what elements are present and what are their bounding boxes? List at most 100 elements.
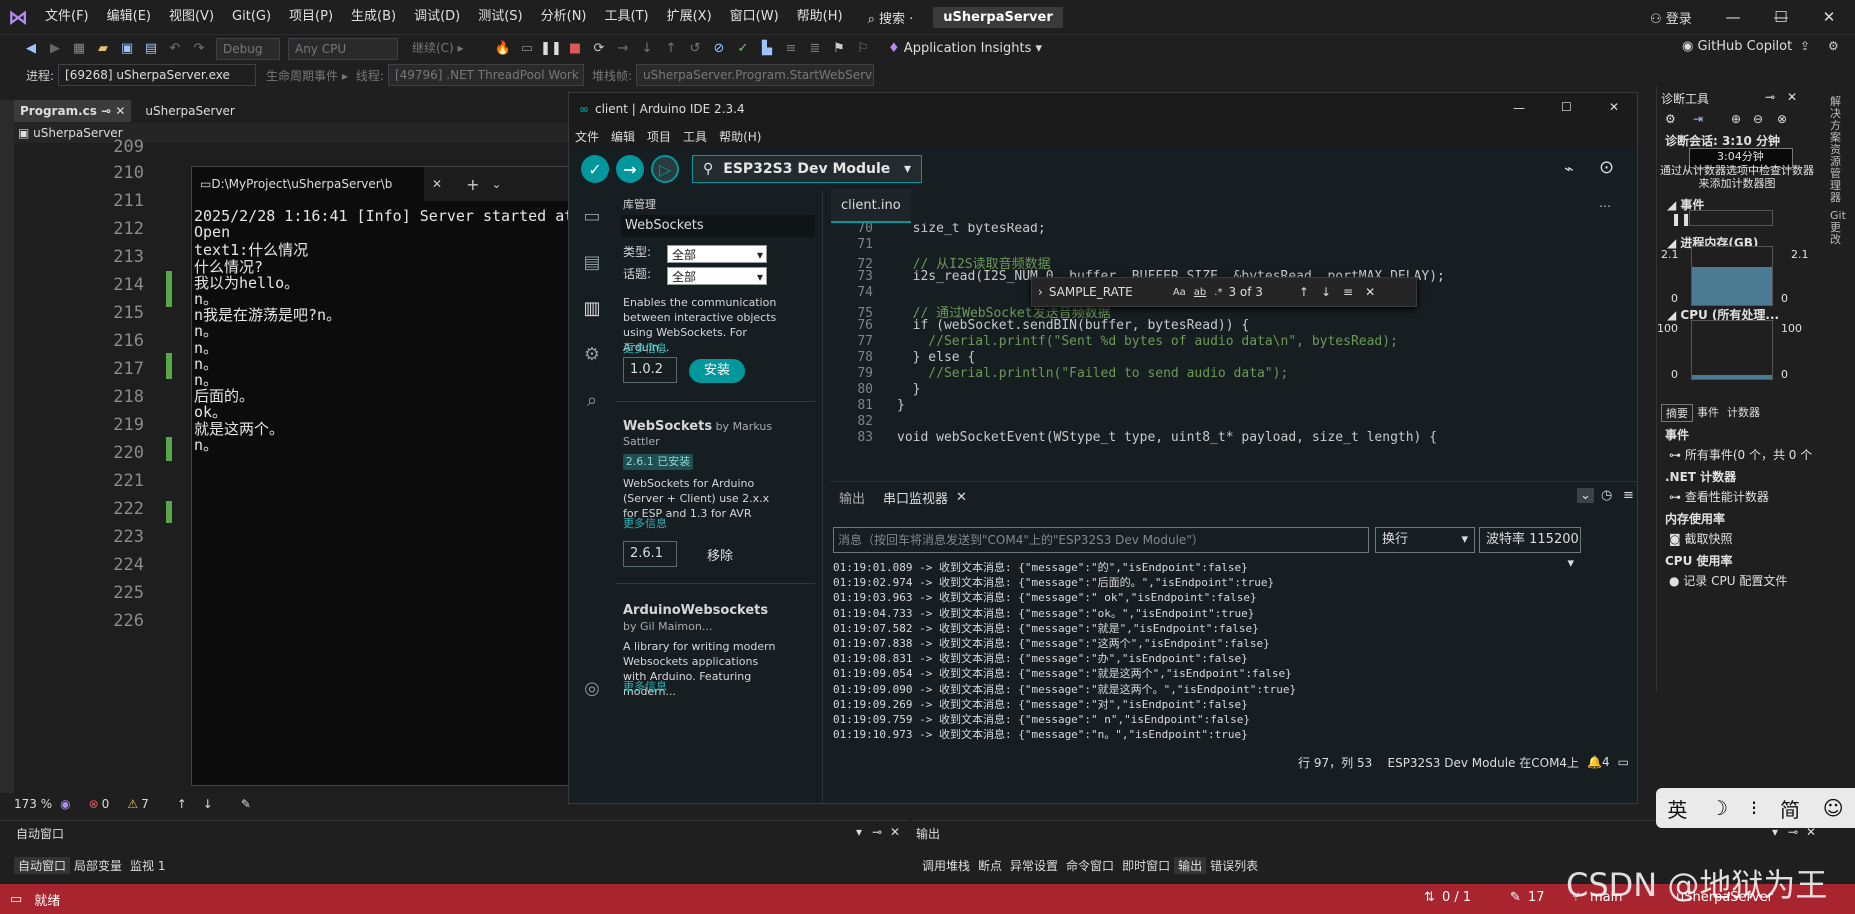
line-ending-dropdown[interactable]: 换行 ▾ xyxy=(1375,527,1475,553)
lifecycle-events[interactable]: 生命周期事件 ▸ xyxy=(266,67,348,84)
more-options-icon[interactable]: ⋯ xyxy=(1599,199,1611,213)
continue-button[interactable]: 继续(C) ▸ xyxy=(406,38,488,60)
serial-message-input[interactable]: 消息（按回车将消息发送到"COM4"上的"ESP32S3 Dev Module"… xyxy=(833,527,1369,553)
ard-menu-file[interactable]: 文件 xyxy=(575,128,599,145)
stop-icon[interactable]: ■ xyxy=(564,38,586,60)
spell-check-icon[interactable]: ✓ xyxy=(732,38,754,60)
tab-watch-1[interactable]: 监视 1 xyxy=(126,857,169,874)
ard-menu-help[interactable]: 帮助(H) xyxy=(719,128,761,145)
upload-icon[interactable]: → xyxy=(616,155,644,183)
forward-icon[interactable]: ▶ xyxy=(44,38,66,60)
menu-help[interactable]: 帮助(H) xyxy=(788,0,852,34)
ime-language-toggle[interactable]: 英 xyxy=(1667,794,1687,823)
collapse-icon[interactable]: ◢ xyxy=(1667,308,1680,322)
menu-window[interactable]: 窗口(W) xyxy=(721,0,788,34)
install-button[interactable]: 安装 xyxy=(689,359,745,383)
arrow-down-icon[interactable]: ↓ xyxy=(203,797,213,811)
all-events-label[interactable]: 所有事件(0 个，共 0 个 xyxy=(1685,448,1812,462)
version-dropdown[interactable]: 1.0.2 xyxy=(623,357,677,383)
account-icon[interactable]: ◎ xyxy=(579,675,605,701)
match-word-icon[interactable]: ab xyxy=(1194,287,1206,298)
copilot-button[interactable]: ◉ GitHub Copilot xyxy=(1682,39,1792,54)
timestamp-icon[interactable]: ◷ xyxy=(1601,488,1612,503)
close-icon[interactable]: ✕ xyxy=(890,825,900,839)
tab-error-list[interactable]: 错误列表 xyxy=(1206,857,1262,874)
export-icon[interactable]: ⇥ xyxy=(1693,112,1703,126)
format-icon[interactable]: ≡ xyxy=(780,38,802,60)
process-dropdown[interactable]: [69268] uSherpaServer.exe xyxy=(58,64,257,86)
tab-counters[interactable]: 计数器 xyxy=(1723,404,1764,422)
boards-manager-icon[interactable]: ▤ xyxy=(579,249,605,275)
debug-icon[interactable]: ▷ xyxy=(651,155,679,183)
maximize-icon[interactable]: ☐ xyxy=(1561,100,1572,114)
baud-rate-dropdown[interactable]: 波特率 115200 ▾ xyxy=(1479,527,1581,571)
cpu-chart[interactable] xyxy=(1691,320,1773,380)
tab-usherpaserver[interactable]: uSherpaServer xyxy=(139,100,240,122)
clear-output-icon[interactable]: ≡ xyxy=(1623,488,1634,503)
pin-icon[interactable]: ⊸ xyxy=(1765,90,1775,104)
menu-file[interactable]: 文件(F) xyxy=(36,0,98,34)
debug-location-icon[interactable]: ▙ xyxy=(756,38,778,60)
close-tab-icon[interactable]: ✕ xyxy=(956,490,967,505)
menu-extensions[interactable]: 扩展(X) xyxy=(658,0,721,34)
chevron-down-icon[interactable]: ⌄ xyxy=(491,177,501,191)
menu-test[interactable]: 测试(S) xyxy=(469,0,531,34)
ard-menu-sketch[interactable]: 项目 xyxy=(647,128,671,145)
menu-analyze[interactable]: 分析(N) xyxy=(532,0,596,34)
search-icon[interactable]: ⌕ 搜索 · xyxy=(858,8,924,27)
dropdown-icon[interactable]: ▾ xyxy=(856,825,862,839)
collapse-icon[interactable]: ⌄ xyxy=(1577,488,1594,503)
remove-button[interactable]: 移除 xyxy=(707,545,733,564)
solution-explorer-tab[interactable]: 解决方案资源管理器 xyxy=(1830,96,1844,204)
redo-icon[interactable]: ↷ xyxy=(188,38,210,60)
ard-menu-tools[interactable]: 工具 xyxy=(683,128,707,145)
close-icon[interactable]: ✕ xyxy=(1609,100,1619,114)
maximize-icon[interactable]: ☐ xyxy=(1758,0,1804,34)
panel-toggle-icon[interactable]: ▭ xyxy=(1618,755,1629,769)
close-icon[interactable]: ✕ xyxy=(1365,285,1375,299)
close-tab-icon[interactable]: ✕ xyxy=(115,104,125,118)
stack-frame-dropdown[interactable]: uSherpaServer.Program.StartWebServ xyxy=(635,64,874,86)
tab-locals[interactable]: 局部变量 xyxy=(70,857,126,874)
collapse-icon[interactable]: ◢ xyxy=(1667,198,1680,212)
hot-reload-icon[interactable]: 🔥 xyxy=(492,38,514,60)
step-out-icon[interactable]: ↑ xyxy=(660,38,682,60)
tab-output[interactable]: 输出 xyxy=(839,488,865,507)
output-status-icon[interactable]: ▭ xyxy=(10,892,22,907)
more-info-link[interactable]: 更多信息 xyxy=(623,341,667,356)
serial-plotter-icon[interactable]: ⌁ xyxy=(1564,159,1574,178)
notification-icon[interactable]: 🔔 xyxy=(1587,755,1602,769)
close-icon[interactable]: ✕ xyxy=(1787,90,1797,104)
sketchbook-icon[interactable]: ▭ xyxy=(579,203,605,229)
punctuation-icon[interactable]: ⁝ xyxy=(1751,796,1757,820)
toolbox-icon[interactable]: ▭ xyxy=(516,38,538,60)
step-into-icon[interactable]: ↓ xyxy=(636,38,658,60)
console-output[interactable]: 2025/2/28 1:16:41 [Info] Server started … xyxy=(192,201,586,786)
zoom-out-icon[interactable]: ⊖ xyxy=(1753,112,1763,126)
minimize-window-icon[interactable]: — xyxy=(1710,0,1756,34)
regex-icon[interactable]: .* xyxy=(1214,287,1222,298)
zoom-level[interactable]: 173 % xyxy=(14,797,52,811)
warning-icon[interactable]: ⚠ xyxy=(127,797,138,811)
share-icon[interactable]: ⇪ xyxy=(1800,39,1810,53)
new-project-icon[interactable]: ▦ xyxy=(68,38,90,60)
menu-tools[interactable]: 工具(T) xyxy=(596,0,658,34)
app-insights-button[interactable]: ♦ Application Insights ▾ xyxy=(888,41,1042,56)
new-tab-icon[interactable]: + xyxy=(466,175,479,194)
arrow-up-icon[interactable]: ↑ xyxy=(177,797,187,811)
view-perf-label[interactable]: 查看性能计数器 xyxy=(1685,490,1769,504)
brush-icon[interactable]: ✎ xyxy=(241,797,251,811)
error-icon[interactable]: ⊗ xyxy=(89,797,99,811)
login-button[interactable]: ⚇ 登录 xyxy=(1650,8,1692,27)
pencil-icon[interactable]: ✎ xyxy=(1510,890,1521,905)
save-all-icon[interactable]: ▤ xyxy=(140,38,162,60)
tab-autos[interactable]: 自动窗口 xyxy=(14,857,71,874)
breakpoint-icon[interactable]: ⊘ xyxy=(708,38,730,60)
restart-icon[interactable]: ⟳ xyxy=(588,38,610,60)
moon-icon[interactable]: ☽ xyxy=(1710,796,1728,820)
record-cpu-label[interactable]: 记录 CPU 配置文件 xyxy=(1683,574,1787,588)
board-selector[interactable]: ⚲ ESP32S3 Dev Module ▾ xyxy=(692,155,922,183)
menu-debug[interactable]: 调试(D) xyxy=(405,0,469,34)
back-icon[interactable]: ◀ xyxy=(20,38,42,60)
save-icon[interactable]: ▣ xyxy=(116,38,138,60)
